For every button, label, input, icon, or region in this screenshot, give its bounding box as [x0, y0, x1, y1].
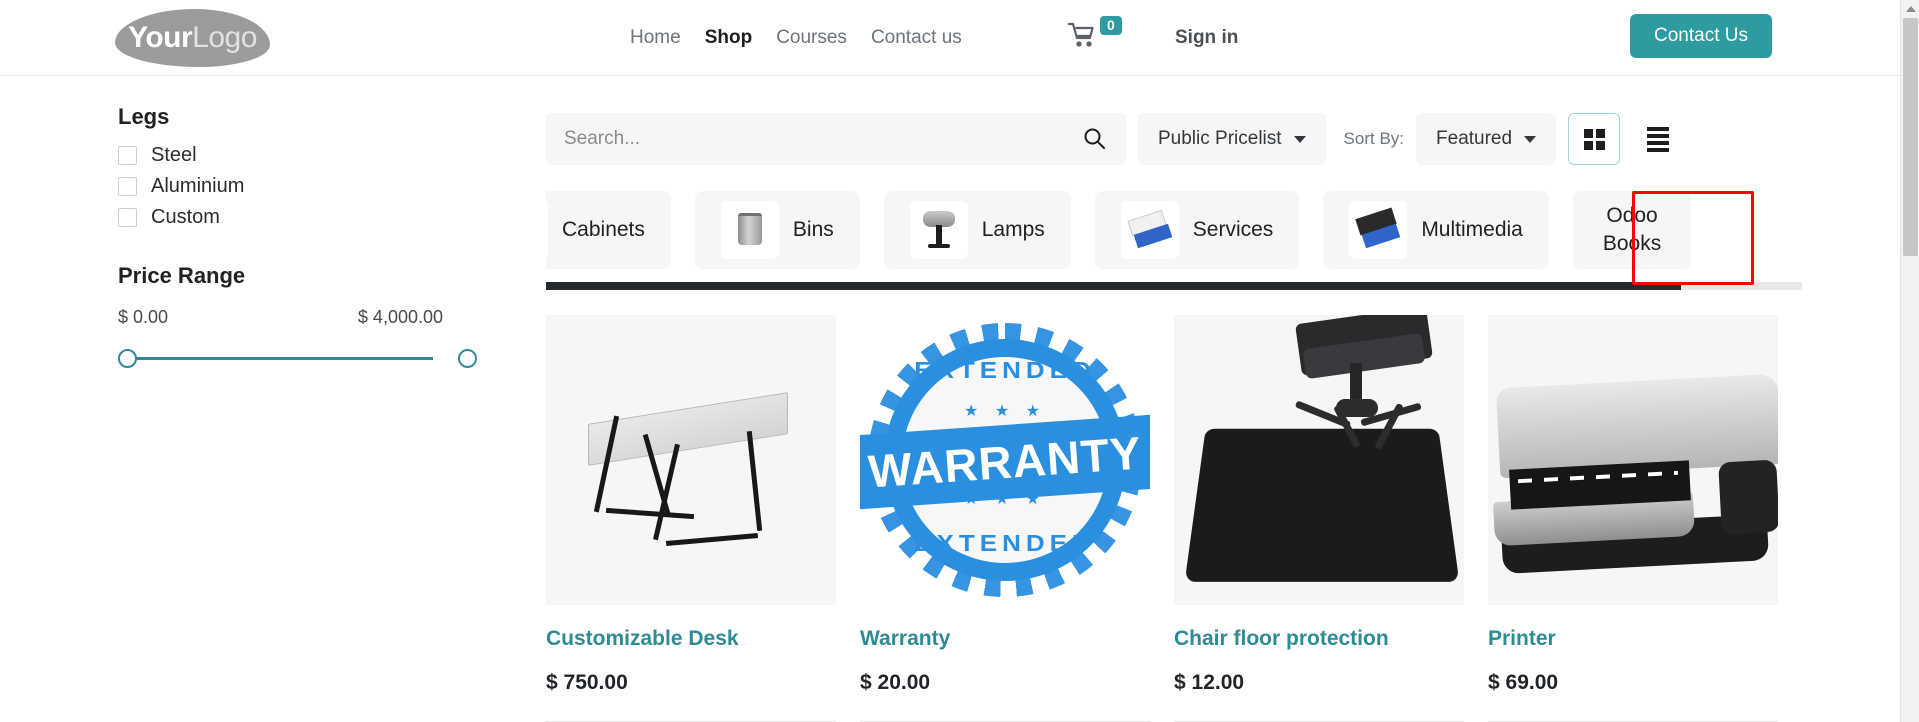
stamp-stars-bottom: ★ ★ ★	[964, 491, 1046, 508]
warranty-stamp-image[interactable]: EXTENDED ★ ★ ★ WARRANTY ★ ★ ★ EXTENDED	[860, 315, 1150, 605]
checkbox-aluminium[interactable]	[118, 177, 137, 196]
category-tabs-strip[interactable]: Cabinets Bins Lamps Services Multimedia …	[546, 191, 1802, 269]
filters-sidebar: Legs Steel Aluminium Custom Price Range …	[118, 104, 477, 374]
product-card[interactable]: Customizable Desk $ 750.00	[546, 315, 836, 722]
slider-handle-max[interactable]	[458, 349, 477, 368]
category-tab-label-line1: Odoo	[1606, 203, 1658, 227]
product-card[interactable]: EXTENDED ★ ★ ★ WARRANTY ★ ★ ★ EXTENDED W…	[860, 315, 1150, 722]
category-tab-lamps[interactable]: Lamps	[883, 191, 1071, 269]
nav-item-contact-us[interactable]: Contact us	[871, 27, 962, 49]
stamp-top-text: EXTENDED	[914, 356, 1096, 384]
price-range-values: $ 0.00 $ 4,000.00	[118, 307, 443, 328]
search-icon	[1082, 126, 1106, 153]
services-thumb-icon	[1120, 201, 1179, 259]
chevron-up-icon	[1905, 5, 1916, 12]
cart-button[interactable]: 0	[1067, 16, 1122, 53]
slider-handle-min[interactable]	[118, 349, 137, 368]
legs-filter-title: Legs	[118, 104, 170, 129]
shop-toolbar: Public Pricelist Sort By: Featured	[546, 113, 1685, 165]
search-input[interactable]	[564, 128, 1080, 150]
filter-label-steel: Steel	[151, 144, 197, 166]
grid-view-icon	[1583, 128, 1605, 150]
pricelist-label: Public Pricelist	[1158, 128, 1282, 149]
checkbox-steel[interactable]	[118, 146, 137, 165]
shopping-cart-icon	[1067, 22, 1098, 53]
cabinet-thumb-icon	[546, 201, 548, 259]
site-logo[interactable]: Your Logo	[115, 9, 270, 67]
slider-track	[128, 357, 433, 360]
price-range-title: Price Range	[118, 263, 246, 288]
filter-option-custom[interactable]: Custom	[118, 206, 448, 229]
shop-page: Your Logo Home Shop Courses Contact us 0 …	[0, 0, 1919, 722]
scrollbar-thumb[interactable]	[1903, 18, 1918, 256]
printer-image[interactable]	[1488, 315, 1778, 605]
contact-us-button[interactable]: Contact Us	[1630, 14, 1772, 58]
multimedia-thumb-icon	[1349, 201, 1408, 259]
bin-thumb-icon	[720, 201, 779, 259]
filter-option-aluminium[interactable]: Aluminium	[118, 175, 448, 198]
category-tab-odoo-books[interactable]: Odoo Books	[1572, 191, 1692, 269]
main-navigation: Home Shop Courses Contact us	[630, 0, 962, 76]
product-price: $ 750.00	[546, 671, 628, 694]
search-box[interactable]	[546, 113, 1126, 165]
category-tab-label: Services	[1192, 218, 1274, 241]
chevron-down-icon	[1524, 135, 1537, 143]
list-view-button[interactable]	[1632, 113, 1685, 165]
category-tab-label: Lamps	[981, 218, 1045, 241]
product-card[interactable]: Printer $ 69.00	[1488, 315, 1778, 722]
sort-by-label: Sort By:	[1343, 129, 1405, 148]
nav-item-courses[interactable]: Courses	[776, 27, 847, 49]
product-price: $ 69.00	[1488, 671, 1559, 694]
checkbox-custom[interactable]	[118, 208, 137, 227]
category-tab-label: Multimedia	[1421, 218, 1523, 241]
chair-mat-image[interactable]	[1174, 315, 1464, 605]
cart-count-badge: 0	[1100, 16, 1122, 35]
product-name-link[interactable]: Customizable Desk	[546, 627, 836, 651]
sort-by-value: Featured	[1436, 128, 1513, 149]
logo-primary-text: Your	[128, 21, 193, 54]
scrollbar-up-button[interactable]	[1901, 0, 1919, 17]
filter-option-steel[interactable]: Steel	[118, 144, 448, 167]
category-tab-services[interactable]: Services	[1094, 191, 1300, 269]
grid-view-button[interactable]	[1568, 113, 1621, 165]
search-button[interactable]	[1080, 126, 1108, 153]
logo-text: Your Logo	[115, 9, 270, 67]
price-min-label: $ 0.00	[118, 307, 169, 327]
category-tab-cabinets[interactable]: Cabinets	[546, 191, 671, 269]
lamp-thumb-icon	[909, 201, 968, 259]
desk-image[interactable]	[546, 315, 836, 605]
pricelist-dropdown[interactable]: Public Pricelist	[1138, 113, 1326, 165]
price-max-label: $ 4,000.00	[357, 307, 443, 327]
page-scrollbar[interactable]	[1900, 0, 1919, 722]
product-name-link[interactable]: Chair floor protection	[1174, 627, 1464, 651]
product-price: $ 12.00	[1174, 671, 1245, 694]
category-tab-bins[interactable]: Bins	[694, 191, 860, 269]
product-price: $ 20.00	[860, 671, 931, 694]
stamp-band-text: WARRANTY	[866, 426, 1144, 498]
logo-secondary-text: Logo	[192, 21, 257, 54]
product-grid: Customizable Desk $ 750.00 EXTENDED ★ ★ …	[546, 315, 1778, 722]
sort-by-dropdown[interactable]: Featured	[1416, 113, 1557, 165]
filter-label-aluminium: Aluminium	[151, 175, 245, 197]
product-card[interactable]: Chair floor protection $ 12.00	[1174, 315, 1464, 722]
category-tabs-row: Cabinets Bins Lamps Services Multimedia …	[546, 191, 1802, 269]
product-name-link[interactable]: Warranty	[860, 627, 1150, 651]
nav-item-home[interactable]: Home	[630, 27, 681, 49]
category-scrollbar-thumb[interactable]	[546, 282, 1681, 290]
price-range-slider[interactable]	[118, 344, 477, 374]
sign-in-link[interactable]: Sign in	[1175, 0, 1238, 76]
nav-item-shop[interactable]: Shop	[705, 27, 753, 49]
stamp-bottom-text: EXTENDED	[914, 529, 1096, 557]
list-view-icon	[1647, 126, 1670, 152]
filter-label-custom: Custom	[151, 206, 220, 228]
product-name-link[interactable]: Printer	[1488, 627, 1778, 651]
category-tab-label-line2: Books	[1602, 232, 1662, 255]
category-tab-multimedia[interactable]: Multimedia	[1323, 191, 1549, 269]
chevron-down-icon	[1293, 135, 1306, 143]
site-header: Your Logo Home Shop Courses Contact us 0 …	[0, 0, 1900, 76]
category-tab-label: Bins	[792, 218, 834, 241]
category-tab-label: Cabinets	[562, 218, 645, 241]
